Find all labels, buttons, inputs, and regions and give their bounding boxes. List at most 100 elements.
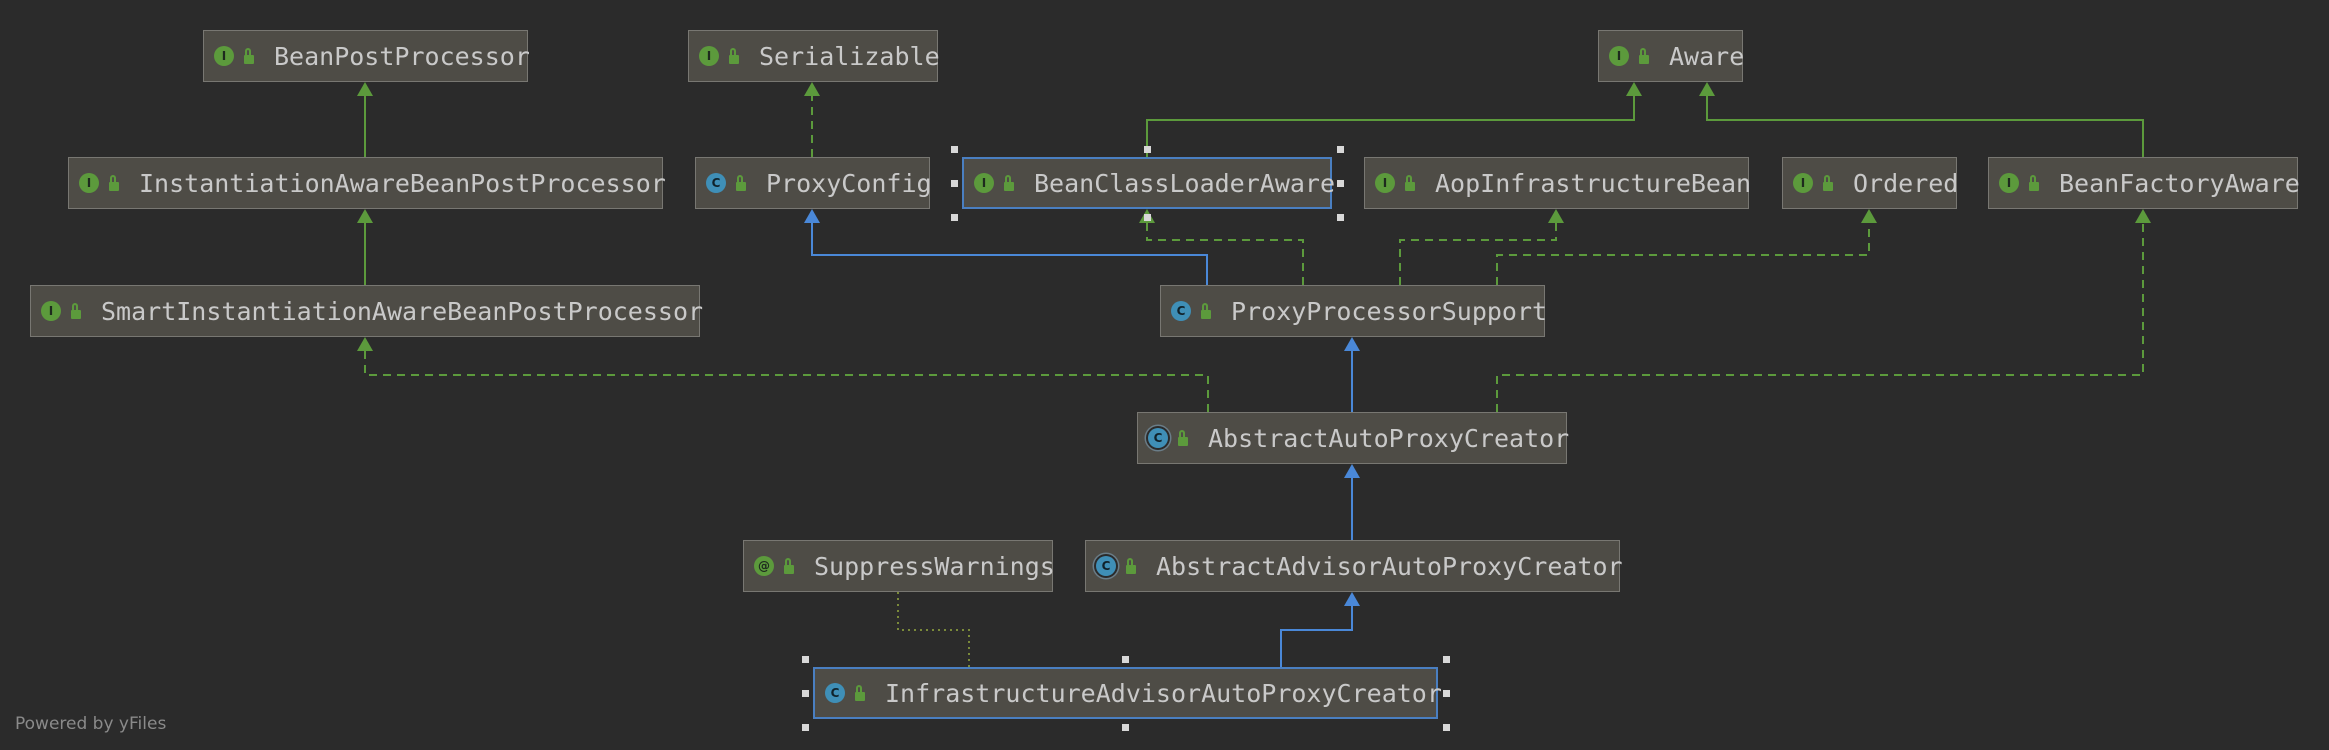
node-label: AbstractAdvisorAutoProxyCreator: [1156, 551, 1623, 581]
class-kind-icon: C: [1171, 301, 1191, 321]
node-label: BeanClassLoaderAware: [1034, 168, 1336, 198]
edge-line: [897, 592, 970, 667]
public-lock-icon: [244, 47, 254, 64]
node-label: Ordered: [1853, 168, 1959, 198]
node-proxy-processor-support[interactable]: C ProxyProcessorSupport: [1160, 285, 1548, 337]
selection-handle[interactable]: [1442, 723, 1450, 731]
node-serializable[interactable]: I Serializable: [688, 30, 940, 82]
node-aware[interactable]: I Aware: [1598, 30, 1745, 82]
selection-handle[interactable]: [950, 145, 958, 153]
edge-bean-factory-aware-to-aware: [1699, 82, 2144, 157]
abstract-kind-icon: C: [1148, 428, 1168, 448]
arrowhead: [804, 82, 820, 96]
edge-proxy-processor-support-to-bean-class-loader-aware: [1139, 209, 1304, 285]
edge-abstract-auto-proxy-creator-to-proxy-processor-support: [1344, 337, 1360, 412]
edge-abstract-auto-proxy-creator-to-smart-instantiation-aware-bean-post-processor: [357, 337, 1209, 412]
public-lock-icon: [736, 174, 746, 191]
annotation-kind-icon: @: [754, 556, 774, 576]
public-lock-icon: [729, 47, 739, 64]
selection-handle[interactable]: [1336, 179, 1344, 187]
public-lock-icon: [109, 174, 119, 191]
node-label: AopInfrastructureBean: [1435, 168, 1752, 198]
interface-kind-icon: I: [1609, 46, 1629, 66]
selection-handle[interactable]: [950, 213, 958, 221]
public-lock-icon: [1126, 557, 1136, 574]
node-bean-factory-aware[interactable]: I BeanFactoryAware: [1988, 157, 2300, 209]
interface-kind-icon: I: [214, 46, 234, 66]
node-label: InfrastructureAdvisorAutoProxyCreator: [885, 678, 1442, 708]
arrowhead: [357, 337, 373, 351]
edge-abstract-auto-proxy-creator-to-bean-factory-aware: [1496, 209, 2151, 412]
node-abstract-auto-proxy-creator[interactable]: C AbstractAutoProxyCreator: [1137, 412, 1569, 464]
arrowhead: [1861, 209, 1877, 223]
node-label: BeanPostProcessor: [274, 41, 530, 71]
selection-handle[interactable]: [1143, 145, 1151, 153]
arrowhead: [1548, 209, 1564, 223]
selection-handle[interactable]: [801, 723, 809, 731]
node-label: BeanFactoryAware: [2059, 168, 2300, 198]
node-aop-infrastructure-bean[interactable]: I AopInfrastructureBean: [1364, 157, 1752, 209]
selection-handle[interactable]: [950, 179, 958, 187]
edge-abstract-advisor-auto-proxy-creator-to-abstract-auto-proxy-creator: [1344, 464, 1360, 540]
public-lock-icon: [855, 684, 865, 701]
selection-handle[interactable]: [801, 689, 809, 697]
arrowhead: [357, 209, 373, 223]
public-lock-icon: [71, 302, 81, 319]
public-lock-icon: [784, 557, 794, 574]
edge-proxy-config-to-serializable: [804, 82, 820, 157]
arrowhead: [357, 82, 373, 96]
node-ordered[interactable]: I Ordered: [1782, 157, 1959, 209]
interface-kind-icon: I: [974, 173, 994, 193]
interface-kind-icon: I: [41, 301, 61, 321]
edge-line: [364, 351, 1209, 412]
node-label: Aware: [1669, 41, 1745, 71]
node-label: ProxyConfig: [766, 168, 932, 198]
arrowhead: [1344, 337, 1360, 351]
public-lock-icon: [1405, 174, 1415, 191]
node-abstract-advisor-auto-proxy-creator[interactable]: C AbstractAdvisorAutoProxyCreator: [1085, 540, 1623, 592]
selection-handle[interactable]: [1336, 213, 1344, 221]
selection-handle[interactable]: [1442, 655, 1450, 663]
edge-line: [1399, 223, 1557, 285]
arrowhead: [1344, 592, 1360, 606]
node-infrastructure-advisor-auto-proxy-creator[interactable]: C InfrastructureAdvisorAutoProxyCreator: [813, 667, 1442, 719]
edge-line: [1496, 223, 1870, 285]
public-lock-icon: [1004, 174, 1014, 191]
node-label: ProxyProcessorSupport: [1231, 296, 1548, 326]
node-instantiation-aware-bean-post-processor[interactable]: I InstantiationAwareBeanPostProcessor: [68, 157, 666, 209]
selection-handle[interactable]: [801, 655, 809, 663]
edge-smart-instantiation-aware-bean-post-processor-to-instantiation-aware-bean-post-processor: [357, 209, 373, 285]
edge-line: [1146, 96, 1635, 157]
public-lock-icon: [1178, 429, 1188, 446]
interface-kind-icon: I: [79, 173, 99, 193]
node-bean-class-loader-aware[interactable]: I BeanClassLoaderAware: [962, 157, 1336, 209]
class-kind-icon: C: [825, 683, 845, 703]
arrowhead: [1626, 82, 1642, 96]
uml-class-diagram: I BeanPostProcessor I Serializable I Aware I In…: [0, 0, 2329, 750]
node-label: InstantiationAwareBeanPostProcessor: [139, 168, 666, 198]
node-bean-post-processor[interactable]: I BeanPostProcessor: [203, 30, 530, 82]
edge-line: [1496, 223, 2144, 412]
interface-kind-icon: I: [1375, 173, 1395, 193]
node-proxy-config[interactable]: C ProxyConfig: [695, 157, 932, 209]
node-smart-instantiation-aware-bean-post-processor[interactable]: I SmartInstantiationAwareBeanPostProcesso…: [30, 285, 704, 337]
selection-handle[interactable]: [1122, 655, 1129, 663]
diagram-edges: [357, 82, 2151, 667]
interface-kind-icon: I: [699, 46, 719, 66]
arrowhead: [1344, 464, 1360, 478]
selection-handle[interactable]: [1143, 213, 1151, 221]
edge-line: [1280, 606, 1353, 667]
edge-instantiation-aware-bean-post-processor-to-bean-post-processor: [357, 82, 373, 157]
interface-kind-icon: I: [1793, 173, 1813, 193]
selection-handle[interactable]: [1122, 723, 1129, 731]
selection-handle[interactable]: [1442, 689, 1450, 697]
node-label: SmartInstantiationAwareBeanPostProcessor: [101, 296, 704, 326]
edge-proxy-processor-support-to-aop-infrastructure-bean: [1399, 209, 1564, 285]
node-label: Serializable: [759, 41, 940, 71]
edge-line: [1706, 96, 2144, 157]
node-suppress-warnings[interactable]: @ SuppressWarnings: [743, 540, 1055, 592]
node-label: SuppressWarnings: [814, 551, 1055, 581]
selection-handle[interactable]: [1336, 145, 1344, 153]
public-lock-icon: [1823, 174, 1833, 191]
arrowhead: [804, 209, 820, 223]
